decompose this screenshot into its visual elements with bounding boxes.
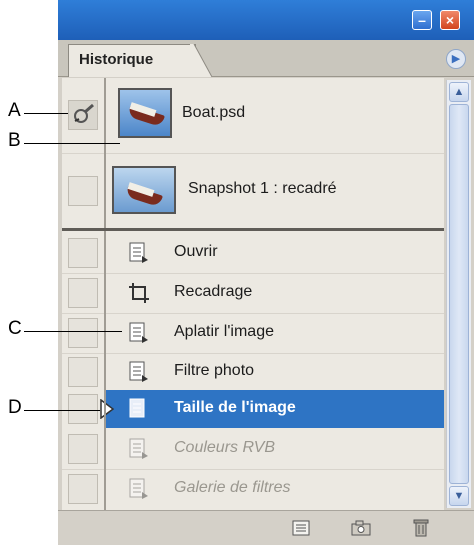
state-slider-arrow-icon[interactable]	[100, 399, 114, 419]
step-label: Aplatir l'image	[174, 323, 274, 340]
history-brush-source[interactable]	[68, 394, 98, 424]
new-document-from-state-icon[interactable]	[290, 519, 312, 537]
scroll-up-icon[interactable]: ▲	[449, 82, 469, 102]
tab-edge	[190, 44, 212, 77]
close-button[interactable]: ×	[440, 10, 460, 30]
snapshot-row-boat[interactable]: Boat.psd	[62, 78, 444, 152]
history-step-row[interactable]: Filtre photo	[62, 354, 444, 390]
trash-icon[interactable]	[410, 519, 432, 537]
snapshot-label: Snapshot 1 : recadré	[188, 180, 337, 197]
history-brush-source[interactable]	[68, 434, 98, 464]
history-step-row[interactable]: Aplatir l'image	[62, 314, 444, 352]
step-label-selected: Taille de l'image	[174, 399, 296, 416]
tab-historique[interactable]: Historique	[68, 44, 196, 77]
scrollbar-thumb[interactable]	[449, 104, 469, 484]
document-step-icon	[129, 478, 148, 499]
snapshot-row-crop[interactable]: Snapshot 1 : recadré	[62, 154, 444, 228]
history-brush-source[interactable]	[68, 238, 98, 268]
callout-line	[24, 410, 100, 411]
history-brush-source[interactable]	[68, 176, 98, 206]
callout-line	[24, 113, 68, 114]
snapshot-label: Boat.psd	[182, 104, 246, 121]
history-brush-icon	[74, 103, 94, 123]
scroll-down-icon[interactable]: ▼	[449, 486, 469, 506]
step-label: Filtre photo	[174, 362, 255, 379]
callout-line	[24, 143, 120, 144]
history-step-row-dimmed[interactable]: Galerie de filtres	[62, 470, 444, 508]
document-step-icon	[129, 398, 145, 418]
boat-thumbnail	[118, 88, 172, 138]
vertical-scrollbar[interactable]: ▲ ▼	[446, 80, 471, 508]
panel-menu-arrow-icon[interactable]: ▶	[446, 49, 466, 69]
history-brush-source[interactable]	[68, 318, 98, 348]
callout-a: A	[8, 100, 21, 121]
history-step-row[interactable]: Ouvrir	[62, 234, 444, 272]
callout-line	[24, 331, 122, 332]
history-step-row-dimmed[interactable]: Couleurs RVB	[62, 430, 444, 468]
crop-icon	[129, 283, 149, 303]
history-brush-source[interactable]	[68, 100, 98, 130]
document-step-icon	[129, 242, 148, 263]
step-label-dimmed: Couleurs RVB	[174, 439, 276, 456]
snapshot-thumbnail	[112, 166, 176, 214]
snapshot-divider	[62, 228, 444, 231]
document-step-icon	[129, 361, 148, 382]
document-step-icon	[129, 438, 148, 459]
step-label: Ouvrir	[174, 243, 218, 260]
step-label-dimmed: Galerie de filtres	[174, 479, 291, 496]
minimize-button[interactable]: –	[412, 10, 432, 30]
document-step-icon	[129, 322, 148, 343]
step-label: Recadrage	[174, 283, 253, 300]
history-brush-source[interactable]	[68, 474, 98, 504]
panel-toolbar	[58, 510, 474, 545]
history-brush-source[interactable]	[68, 357, 98, 387]
callout-d: D	[8, 397, 22, 418]
callout-b: B	[8, 130, 21, 151]
history-brush-source[interactable]	[68, 278, 98, 308]
history-step-row[interactable]: Recadrage	[62, 274, 444, 312]
callout-c: C	[8, 318, 22, 339]
camera-snapshot-icon[interactable]	[350, 519, 372, 537]
